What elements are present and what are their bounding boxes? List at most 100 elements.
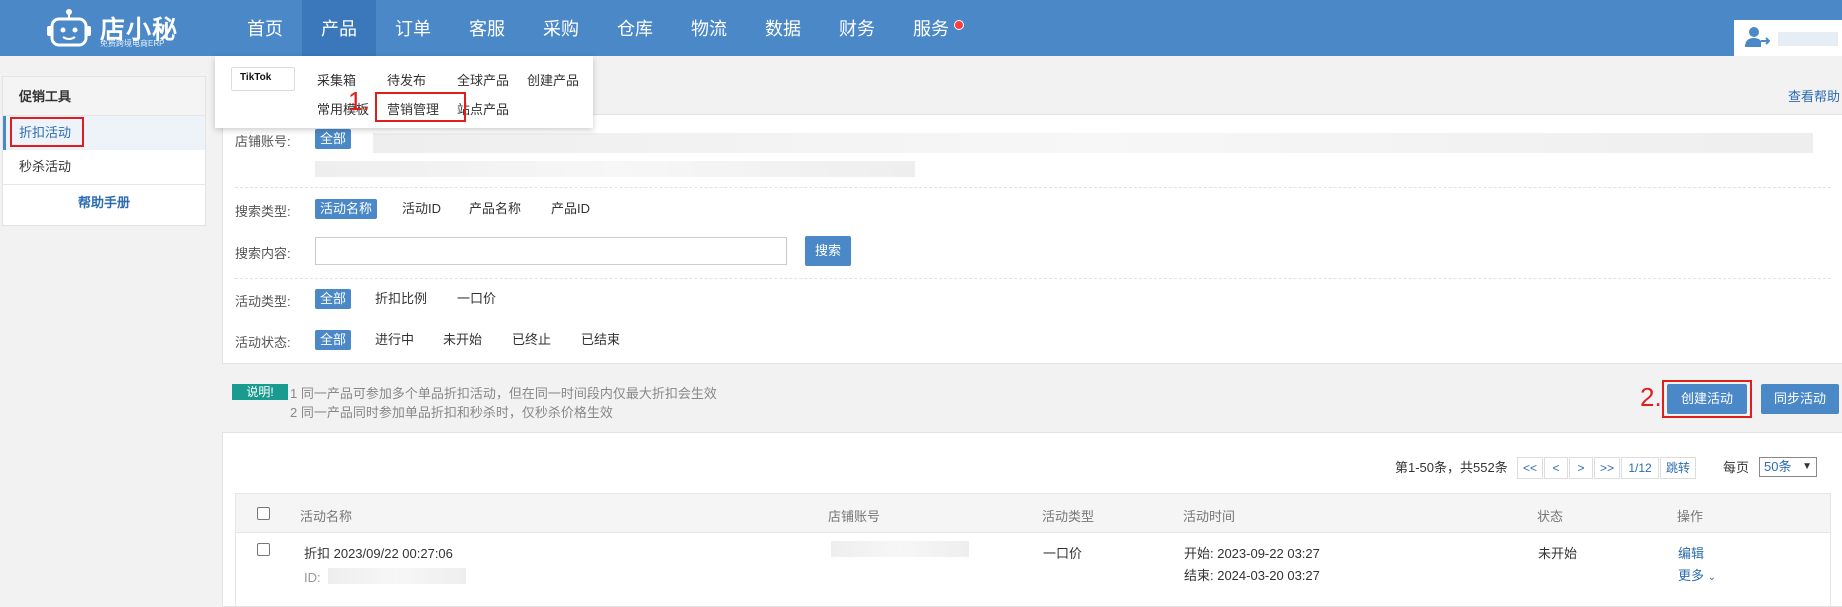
more-label: 更多	[1678, 568, 1705, 583]
header-actions: 操作	[1677, 509, 1704, 524]
next-page-button[interactable]: >	[1569, 457, 1593, 479]
store-list-redacted	[373, 133, 1813, 153]
per-page-label: 每页	[1723, 460, 1750, 475]
user-switch-icon	[1745, 27, 1770, 47]
brand-logo[interactable]: 店小秘 免费跨境电商ERP	[46, 4, 196, 52]
activity-type-discount-ratio[interactable]: 折扣比例	[370, 289, 432, 309]
store-list-redacted-2	[315, 161, 915, 177]
nav-services-label: 服务	[913, 19, 949, 39]
nav-customer-service[interactable]: 客服	[450, 0, 524, 56]
search-type-product-id[interactable]: 产品ID	[546, 199, 595, 219]
step-2-annotation: 2.	[1640, 382, 1662, 412]
nav-finance[interactable]: 财务	[820, 0, 894, 56]
note-line-2: 2 同一产品同时参加单品折扣和秒杀时，仅秒杀价格生效	[290, 405, 613, 420]
per-page-value: 50条	[1764, 459, 1792, 474]
menu-global-products[interactable]: 全球产品	[457, 70, 509, 89]
nav-warehouse[interactable]: 仓库	[598, 0, 672, 56]
activity-status-label: 活动状态:	[235, 335, 291, 350]
chevron-down-icon: ▼	[1802, 461, 1812, 472]
create-activity-button[interactable]: 创建活动	[1667, 384, 1747, 414]
note-badge: 说明!	[232, 384, 288, 400]
menu-marketing-management[interactable]: 营销管理	[387, 99, 439, 118]
status-not-started[interactable]: 未开始	[438, 330, 487, 350]
store-account-label: 店铺账号:	[235, 134, 291, 149]
divider	[235, 278, 1831, 279]
select-all-checkbox[interactable]	[257, 507, 270, 520]
tiktok-platform-badge[interactable]: TikTok	[231, 67, 295, 91]
activity-name[interactable]: 折扣 2023/09/22 00:27:06	[304, 543, 453, 562]
search-type-activity-name[interactable]: 活动名称	[315, 199, 378, 219]
view-help-link[interactable]: 查看帮助	[1788, 86, 1840, 105]
username-redacted	[1778, 32, 1838, 46]
robot-logo-icon	[47, 9, 91, 47]
nav-products[interactable]: 产品	[302, 0, 376, 56]
table-row: 折扣 2023/09/22 00:27:06 ID: 一口价 开始: 2023-…	[235, 533, 1831, 606]
search-type-label: 搜索类型:	[235, 204, 291, 219]
activity-end: 结束: 2024-03-20 03:27	[1184, 568, 1320, 583]
sync-activity-button[interactable]: 同步活动	[1761, 384, 1839, 414]
nav-data[interactable]: 数据	[746, 0, 820, 56]
left-sidebar: 促销工具 折扣活动 秒杀活动 帮助手册	[2, 76, 206, 226]
edit-link[interactable]: 编辑	[1678, 543, 1704, 562]
status-in-progress[interactable]: 进行中	[370, 330, 419, 350]
search-type-activity-id[interactable]: 活动ID	[397, 199, 446, 219]
activity-table-panel: 第1-50条，共552条 << < > >> 1/12 跳转 每页 50条 ▼ …	[222, 432, 1842, 607]
sidebar-item-discount[interactable]: 折扣活动	[3, 116, 205, 150]
filter-panel: 店铺账号: 全部 搜索类型: 活动名称 活动ID 产品名称 产品ID 搜索内容:…	[222, 114, 1842, 364]
products-dropdown: TikTok 采集箱 待发布 全球产品 创建产品 常用模板 营销管理 站点产品 …	[215, 56, 593, 128]
activity-type-all[interactable]: 全部	[315, 289, 352, 309]
pagination: 第1-50条，共552条 << < > >> 1/12 跳转 每页 50条 ▼	[223, 457, 1842, 479]
sidebar-item-flash-sale[interactable]: 秒杀活动	[3, 150, 205, 184]
search-content-label: 搜索内容:	[235, 246, 291, 261]
status-terminated[interactable]: 已终止	[507, 330, 556, 350]
activity-start: 开始: 2023-09-22 03:27	[1184, 546, 1320, 561]
status-all[interactable]: 全部	[315, 330, 352, 350]
store-account-redacted	[831, 541, 969, 557]
top-navbar: 店小秘 免费跨境电商ERP 首页 产品 订单 客服 采购 仓库 物流 数据 财务…	[0, 0, 1842, 56]
brand-subtitle: 免费跨境电商ERP	[100, 39, 165, 48]
header-activity-time: 活动时间	[1183, 509, 1236, 524]
row-checkbox[interactable]	[257, 543, 270, 556]
search-type-product-name[interactable]: 产品名称	[464, 199, 526, 219]
tiktok-label: TikTok	[240, 72, 272, 83]
jump-page-button[interactable]: 跳转	[1660, 457, 1696, 479]
chevron-down-icon: ⌄	[1707, 572, 1717, 583]
note-line-1: 1 同一产品可参加多个单品折扣活动，但在同一时间段内仅最大折扣会生效	[290, 386, 717, 401]
step-1-annotation: 1.	[348, 86, 370, 116]
notification-dot	[954, 20, 964, 30]
menu-create-product[interactable]: 创建产品	[527, 70, 579, 89]
nav-purchasing[interactable]: 采购	[524, 0, 598, 56]
activity-type-fixed-price[interactable]: 一口价	[452, 289, 501, 309]
prev-page-button[interactable]: <	[1544, 457, 1568, 479]
activity-type-label: 活动类型:	[235, 294, 291, 309]
last-page-button[interactable]: >>	[1594, 457, 1620, 479]
page-indicator[interactable]: 1/12	[1621, 457, 1659, 479]
user-menu[interactable]	[1734, 20, 1842, 56]
menu-pending-publish[interactable]: 待发布	[387, 70, 426, 89]
nav-services[interactable]: 服务	[894, 0, 968, 56]
activity-status: 未开始	[1538, 546, 1578, 561]
more-menu[interactable]: 更多 ⌄	[1678, 565, 1716, 584]
nav-logistics[interactable]: 物流	[672, 0, 746, 56]
activity-id-label: ID:	[304, 570, 321, 585]
header-status: 状态	[1537, 509, 1564, 524]
nav-home[interactable]: 首页	[228, 0, 302, 56]
search-button[interactable]: 搜索	[805, 236, 852, 266]
store-filter-all[interactable]: 全部	[315, 129, 352, 149]
search-input[interactable]	[315, 237, 787, 265]
header-store-account: 店铺账号	[828, 509, 881, 524]
activity-id-redacted	[328, 568, 466, 584]
activity-type: 一口价	[1043, 546, 1083, 561]
menu-site-products[interactable]: 站点产品	[457, 99, 509, 118]
header-activity-type: 活动类型	[1042, 509, 1095, 524]
first-page-button[interactable]: <<	[1517, 457, 1543, 479]
table-header: 活动名称 店铺账号 活动类型 活动时间 状态 操作	[235, 493, 1831, 533]
divider	[235, 187, 1831, 188]
sidebar-title: 促销工具	[3, 77, 205, 116]
help-manual-link[interactable]: 帮助手册	[3, 184, 205, 221]
status-ended[interactable]: 已结束	[576, 330, 625, 350]
nav-orders[interactable]: 订单	[376, 0, 450, 56]
pagination-summary: 第1-50条，共552条	[1395, 460, 1508, 475]
header-activity-name: 活动名称	[300, 509, 353, 524]
per-page-select[interactable]: 50条 ▼	[1759, 457, 1817, 477]
